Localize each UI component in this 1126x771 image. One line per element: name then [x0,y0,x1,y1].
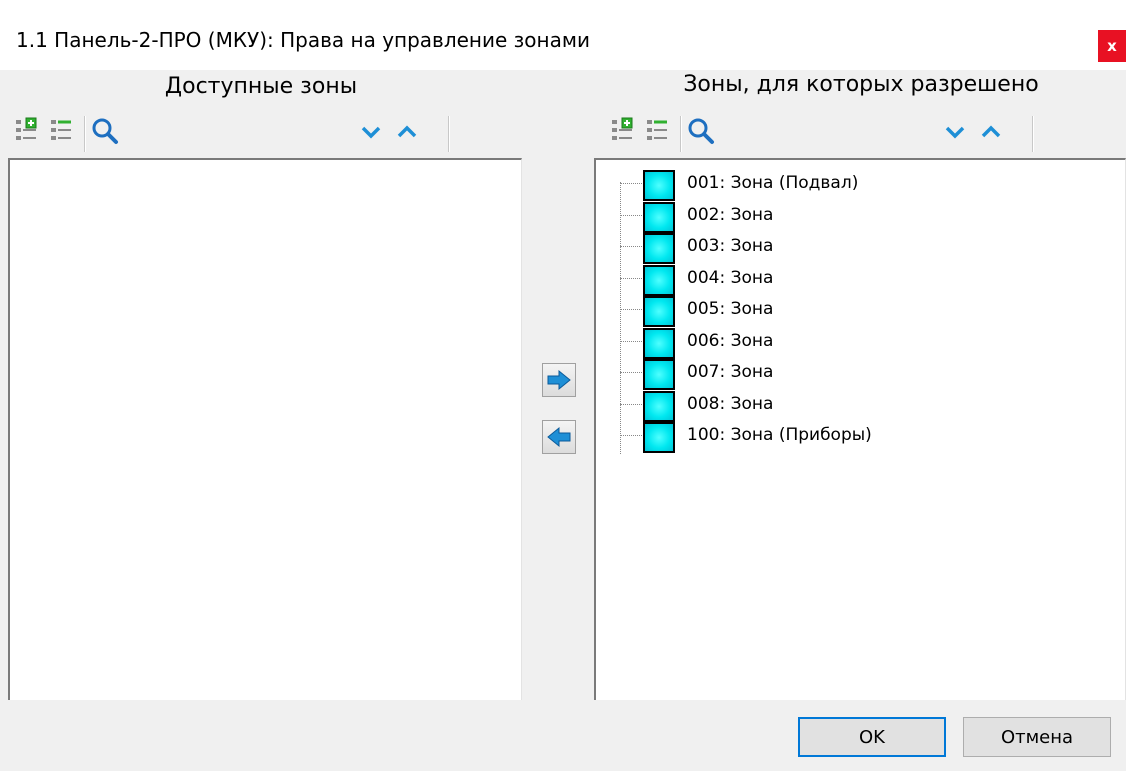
tree-connector [620,403,642,405]
window-title: 1.1 Панель-2-ПРО (МКУ): Права на управле… [16,28,590,52]
move-down-button[interactable] [356,116,386,146]
zone-label: 003: Зона [687,236,774,256]
zone-icon [643,233,675,264]
arrow-right-icon [547,369,571,391]
tree-connector [620,214,642,216]
move-up-icon [397,125,417,138]
close-icon: x [1107,37,1117,55]
expand-all-icon [16,117,37,140]
search-icon [92,118,118,144]
move-up-icon [981,125,1001,138]
tree-connector [620,183,642,184]
zone-label: 007: Зона [687,362,774,382]
title-bar: 1.1 Панель-2-ПРО (МКУ): Права на управле… [0,0,1126,70]
arrow-left-icon [547,426,571,448]
tree-connector [620,277,642,279]
zone-label: 006: Зона [687,330,774,351]
zone-tree-item[interactable]: 005: Зона [596,294,1096,327]
zone-icon [643,170,675,201]
zone-tree-item[interactable]: 006: Зона [596,326,1096,359]
zone-icon [643,422,675,453]
zone-tree-item[interactable]: 008: Зона [596,389,1096,422]
ok-button[interactable]: OK [798,717,946,757]
move-down-button[interactable] [940,116,970,146]
cancel-button[interactable]: Отмена [963,717,1111,757]
tree-connector [620,435,642,436]
allowed-zones-list[interactable]: 001: Зона (Подвал) 002: Зона 003: Зона 004:… [594,158,1126,702]
zone-tree-item[interactable]: 007: Зона [596,357,1096,390]
move-down-icon [361,126,381,139]
zone-icon [643,264,675,296]
zone-icon [643,327,675,359]
zone-tree-item[interactable]: 001: Зона (Подвал) [596,168,1096,201]
zone-label: 002: Зона [687,204,774,225]
zone-tree-item[interactable]: 004: Зона [596,263,1096,296]
move-down-icon [945,126,965,139]
zone-icon [643,201,675,233]
zone-tree-item[interactable]: 002: Зона [596,200,1096,233]
available-zones-list[interactable] [8,158,522,702]
close-button[interactable]: x [1098,30,1126,62]
zone-icon [643,390,675,422]
search-button[interactable] [90,116,120,146]
tree-connector [620,340,642,342]
remove-zone-button[interactable] [542,420,576,454]
zone-label: 100: Зона (Приборы) [687,425,872,445]
zone-tree-item[interactable]: 003: Зона [596,231,1096,264]
move-up-button[interactable] [392,116,422,146]
zone-icon [643,296,675,327]
expand-all-button[interactable] [608,116,638,146]
zone-label: 001: Зона (Подвал) [687,173,859,193]
available-zones-title: Доступные зоны [164,74,358,99]
dialog-footer: OK Отмена [0,700,1126,771]
available-zones-toolbar [0,108,522,156]
add-zone-button[interactable] [542,363,576,397]
allowed-zones-title: Зоны, для которых разрешено [683,72,1039,97]
zone-label: 004: Зона [687,267,774,288]
collapse-all-button[interactable] [47,116,77,146]
expand-all-icon [612,117,633,140]
move-up-button[interactable] [976,116,1006,146]
zone-icon [643,359,675,390]
tree-connector [620,246,642,247]
tree-connector [620,309,642,310]
search-icon [688,118,714,144]
zone-label: 005: Зона [687,299,774,319]
tree-connector [620,372,642,373]
search-button[interactable] [686,116,716,146]
zone-tree-item[interactable]: 100: Зона (Приборы) [596,420,1096,453]
allowed-zones-toolbar [596,108,1126,156]
expand-all-button[interactable] [12,116,42,146]
collapse-all-icon [51,120,71,140]
zone-label: 008: Зона [687,393,774,414]
collapse-all-button[interactable] [643,116,673,146]
collapse-all-icon [647,120,667,140]
